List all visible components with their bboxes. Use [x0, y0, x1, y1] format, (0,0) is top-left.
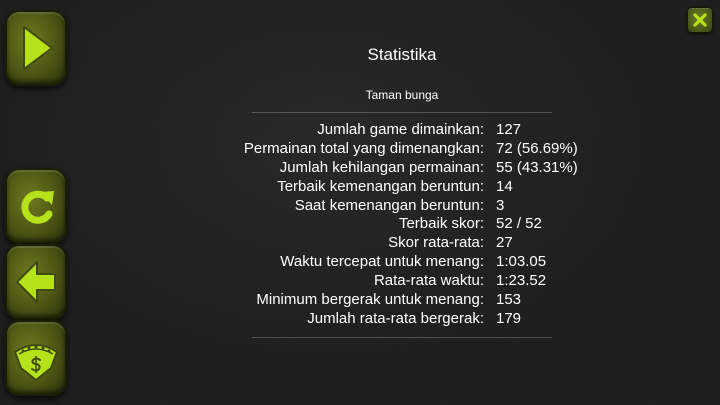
- vegas-button[interactable]: [5, 320, 67, 396]
- stat-row-games-lost: Jumlah kehilangan permainan: 55 (43.31%): [140, 159, 610, 178]
- statistics-list: Jumlah game dimainkan: 127 Permainan tot…: [140, 121, 610, 329]
- stat-label: Rata-rata waktu:: [373, 272, 484, 290]
- stat-row-average-time: Rata-rata waktu: 1:23.52: [140, 272, 610, 291]
- play-icon: [23, 26, 53, 70]
- sidebar: [0, 0, 72, 405]
- close-icon: [693, 13, 707, 27]
- stat-row-fastest-win: Waktu tercepat untuk menang: 1:03.05: [140, 253, 610, 272]
- stat-value: 72 (56.69%): [496, 139, 578, 157]
- vegas-sign-icon: [14, 344, 58, 381]
- play-button[interactable]: [5, 10, 67, 86]
- layout-name: Taman bunga: [365, 88, 439, 102]
- stat-row-average-score: Skor rata-rata: 27: [140, 234, 610, 253]
- stat-label: Terbaik kemenangan beruntun:: [277, 177, 484, 195]
- back-button[interactable]: [5, 244, 67, 320]
- top-divider: [252, 112, 552, 113]
- stat-label: Waktu tercepat untuk menang:: [280, 253, 484, 271]
- stat-value: 179: [496, 309, 522, 327]
- stat-value: 3: [496, 196, 505, 214]
- restart-icon: [21, 190, 54, 224]
- stat-row-minimum-moves: Minimum bergerak untuk menang: 153: [140, 291, 610, 310]
- stat-value: 27: [496, 234, 513, 252]
- stat-row-games-played: Jumlah game dimainkan: 127: [140, 121, 610, 140]
- stat-label: Jumlah kehilangan permainan:: [279, 158, 484, 176]
- stat-row-current-streak: Saat kemenangan beruntun: 3: [140, 197, 610, 216]
- stat-value: 153: [496, 291, 522, 309]
- stat-row-average-moves: Jumlah rata-rata bergerak: 179: [140, 310, 610, 329]
- stat-value: 14: [496, 177, 513, 195]
- stat-row-best-score: Terbaik skor: 52 / 52: [140, 215, 610, 234]
- stat-row-games-won: Permainan total yang dimenangkan: 72 (56…: [140, 140, 610, 159]
- stat-label: Minimum bergerak untuk menang:: [256, 291, 484, 309]
- stat-value: 52 / 52: [496, 215, 542, 233]
- stat-row-best-streak: Terbaik kemenangan beruntun: 14: [140, 178, 610, 197]
- stat-label: Saat kemenangan beruntun:: [294, 196, 484, 214]
- back-arrow-icon: [16, 261, 56, 303]
- stat-value: 1:23.52: [496, 272, 547, 290]
- stat-value: 1:03.05: [496, 253, 547, 271]
- stat-label: Skor rata-rata:: [388, 234, 484, 252]
- stat-label: Jumlah rata-rata bergerak:: [307, 309, 484, 327]
- stat-label: Terbaik skor:: [398, 215, 484, 233]
- close-button[interactable]: [687, 7, 713, 33]
- restart-button[interactable]: [5, 168, 67, 244]
- bottom-divider: [252, 337, 552, 338]
- stat-value: 127: [496, 121, 522, 138]
- stat-value: 55 (43.31%): [496, 158, 578, 176]
- stat-label: Jumlah game dimainkan:: [317, 121, 484, 138]
- page-title: Statistika: [367, 45, 437, 64]
- stat-label: Permainan total yang dimenangkan:: [243, 139, 484, 157]
